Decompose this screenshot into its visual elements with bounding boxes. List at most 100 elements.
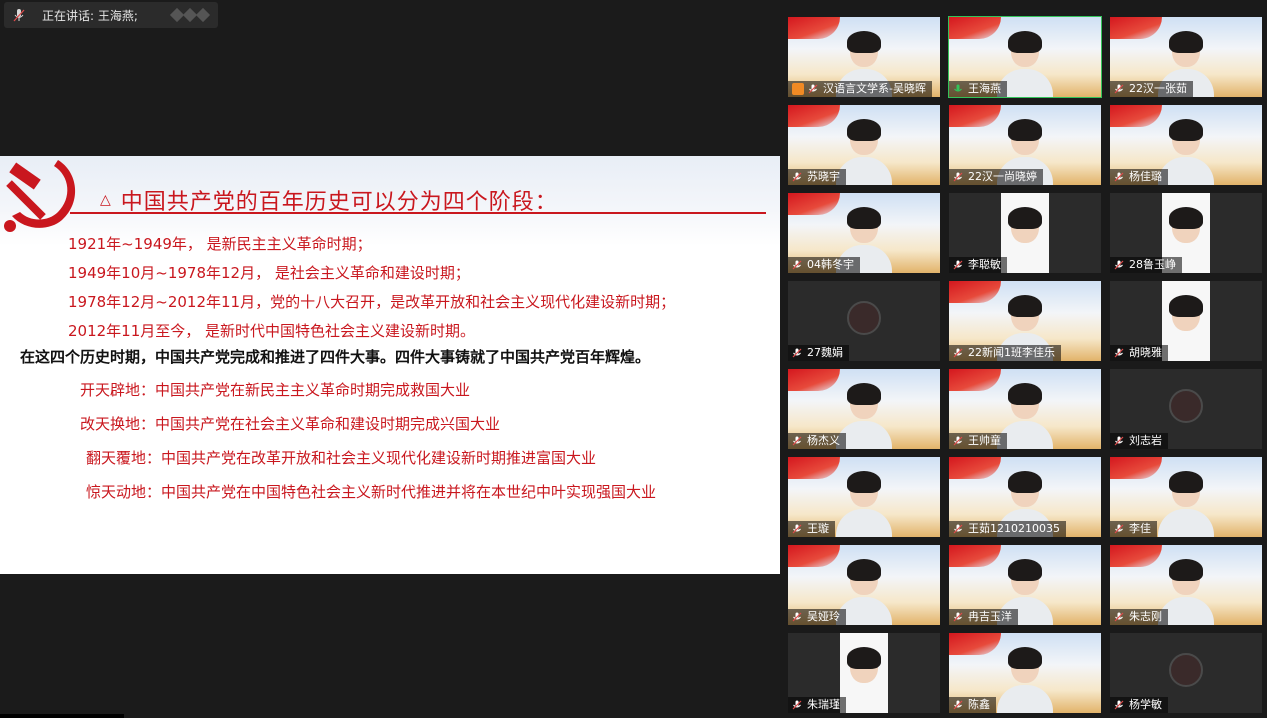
participant-name-label: 朱瑞瑾 — [788, 697, 846, 713]
audio-wave-icon — [169, 7, 211, 23]
participant-tile[interactable]: 陈鑫 — [949, 633, 1101, 713]
speaking-indicator: 正在讲话: 王海燕; — [4, 2, 218, 28]
microphone-icon — [12, 8, 26, 22]
participant-tile[interactable]: 朱志刚 — [1110, 545, 1262, 625]
participant-tile[interactable]: 22新闻1班李佳乐 — [949, 281, 1101, 361]
participant-tile[interactable]: 冉吉玉洋 — [949, 545, 1101, 625]
microphone-icon — [953, 436, 963, 446]
participant-name-label: 杨学敏 — [1110, 697, 1168, 713]
participant-name: 杨杰义 — [807, 434, 840, 447]
participant-tile[interactable]: 刘志岩 — [1110, 369, 1262, 449]
microphone-icon — [792, 700, 802, 710]
microphone-icon — [953, 260, 963, 270]
microphone-icon — [1114, 700, 1124, 710]
participant-name-label: 李聪敏 — [949, 257, 1007, 273]
microphone-icon — [953, 700, 963, 710]
slide-summary: 在这四个历史时期，中国共产党完成和推进了四件大事。四件大事铸就了中国共产党百年辉… — [20, 348, 651, 366]
participant-name: 朱瑞瑾 — [807, 698, 840, 711]
participant-name-label: 04韩冬宇 — [788, 257, 860, 273]
microphone-icon — [1114, 612, 1124, 622]
participant-name-label: 王茹1210210035 — [949, 521, 1066, 537]
participant-name: 胡晓雅 — [1129, 346, 1162, 359]
participant-tile[interactable]: 27魏娟 — [788, 281, 940, 361]
participant-tile[interactable]: 李佳 — [1110, 457, 1262, 537]
participant-tile[interactable]: 22汉一尚晓婷 — [949, 105, 1101, 185]
participant-name-label: 冉吉玉洋 — [949, 609, 1018, 625]
speaking-text: 正在讲话: 王海燕; — [42, 8, 138, 23]
participant-name-label: 李佳 — [1110, 521, 1157, 537]
microphone-icon — [1114, 524, 1124, 534]
participant-figure — [842, 643, 886, 713]
microphone-icon — [953, 612, 963, 622]
participant-tile[interactable]: 04韩冬宇 — [788, 193, 940, 273]
participant-name: 27魏娟 — [807, 346, 843, 359]
participant-gallery: 汉语言文学系-吴晓晖 王海燕 22汉一张茹苏晓宇 22汉一尚晓婷 杨佳璐 04韩冬宇 李聪敏… — [780, 0, 1267, 718]
participant-tile[interactable]: 杨佳璐 — [1110, 105, 1262, 185]
participant-name: 王茹1210210035 — [968, 522, 1060, 535]
participant-name-label: 刘志岩 — [1110, 433, 1168, 449]
participant-name: 22汉一尚晓婷 — [968, 170, 1037, 183]
participant-tile[interactable]: 28鲁玉峥 — [1110, 193, 1262, 273]
participant-video — [993, 643, 1057, 713]
participant-name: 陈鑫 — [968, 698, 990, 711]
presentation-slide: △ 中国共产党的百年历史可以分为四个阶段： 1921年~1949年， 是新民主主… — [0, 156, 780, 574]
participant-tile[interactable]: 王帅童 — [949, 369, 1101, 449]
feat-list: 开天辟地：中国共产党在新民主主义革命时期完成救国大业 改天换地：中国共产党在社会… — [80, 378, 656, 514]
participant-tile[interactable]: 苏晓宇 — [788, 105, 940, 185]
microphone-icon — [792, 524, 802, 534]
participant-name: 王璇 — [807, 522, 829, 535]
participant-name-label: 王帅童 — [949, 433, 1007, 449]
avatar — [1169, 389, 1203, 423]
shared-screen-area: 正在讲话: 王海燕; △ 中国共产党的百年历史可以分为四个阶段： 1921年~1… — [0, 0, 780, 718]
participant-name: 杨学敏 — [1129, 698, 1162, 711]
participant-name: 28鲁玉峥 — [1129, 258, 1176, 271]
microphone-icon — [953, 172, 963, 182]
period-item: 1921年~1949年， 是新民主主义革命时期； — [68, 235, 372, 253]
participant-video — [832, 467, 896, 537]
participant-name: 04韩冬宇 — [807, 258, 854, 271]
microphone-icon — [953, 524, 963, 534]
participant-figure — [1164, 291, 1208, 361]
participant-tile[interactable]: 王璇 — [788, 457, 940, 537]
triangle-bullet-icon: △ — [100, 192, 111, 208]
microphone-icon — [953, 84, 963, 94]
participant-tile[interactable]: 汉语言文学系-吴晓晖 — [788, 17, 940, 97]
microphone-icon — [1114, 172, 1124, 182]
period-item: 1978年12月~2012年11月，党的十八大召开，是改革开放和社会主义现代化建… — [68, 293, 676, 311]
participant-name-label: 吴娅玲 — [788, 609, 846, 625]
participant-name: 22新闻1班李佳乐 — [968, 346, 1055, 359]
microphone-icon — [792, 172, 802, 182]
participant-name-label: 王海燕 — [949, 81, 1007, 97]
participant-name: 苏晓宇 — [807, 170, 840, 183]
participant-tile[interactable]: 朱瑞瑾 — [788, 633, 940, 713]
participant-tile[interactable]: 王海燕 — [948, 16, 1102, 98]
participant-tile[interactable]: 杨学敏 — [1110, 633, 1262, 713]
participant-video — [1154, 467, 1218, 537]
participant-tile[interactable]: 王茹1210210035 — [949, 457, 1101, 537]
microphone-icon — [792, 436, 802, 446]
participant-name-label: 苏晓宇 — [788, 169, 846, 185]
participant-name-label: 22汉一张茹 — [1110, 81, 1193, 97]
microphone-icon — [808, 84, 818, 94]
scrollbar-thumb[interactable] — [0, 714, 124, 718]
participant-tile[interactable]: 杨杰义 — [788, 369, 940, 449]
microphone-icon — [792, 260, 802, 270]
avatar — [847, 301, 881, 335]
participant-tile[interactable]: 吴娅玲 — [788, 545, 940, 625]
microphone-icon — [1114, 260, 1124, 270]
microphone-icon — [1114, 436, 1124, 446]
period-item: 1949年10月~1978年12月， 是社会主义革命和建设时期； — [68, 264, 470, 282]
period-item: 2012年11月至今， 是新时代中国特色社会主义建设新时期。 — [68, 322, 476, 340]
host-icon — [792, 83, 804, 95]
microphone-icon — [1114, 348, 1124, 358]
participant-name: 杨佳璐 — [1129, 170, 1162, 183]
participant-tile[interactable]: 22汉一张茹 — [1110, 17, 1262, 97]
participant-name: 王帅童 — [968, 434, 1001, 447]
participant-tile[interactable]: 胡晓雅 — [1110, 281, 1262, 361]
participant-name: 朱志刚 — [1129, 610, 1162, 623]
participant-tile[interactable]: 李聪敏 — [949, 193, 1101, 273]
participant-name: 冉吉玉洋 — [968, 610, 1012, 623]
participant-name: 李佳 — [1129, 522, 1151, 535]
participant-name-label: 陈鑫 — [949, 697, 996, 713]
participant-name-label: 杨佳璐 — [1110, 169, 1168, 185]
